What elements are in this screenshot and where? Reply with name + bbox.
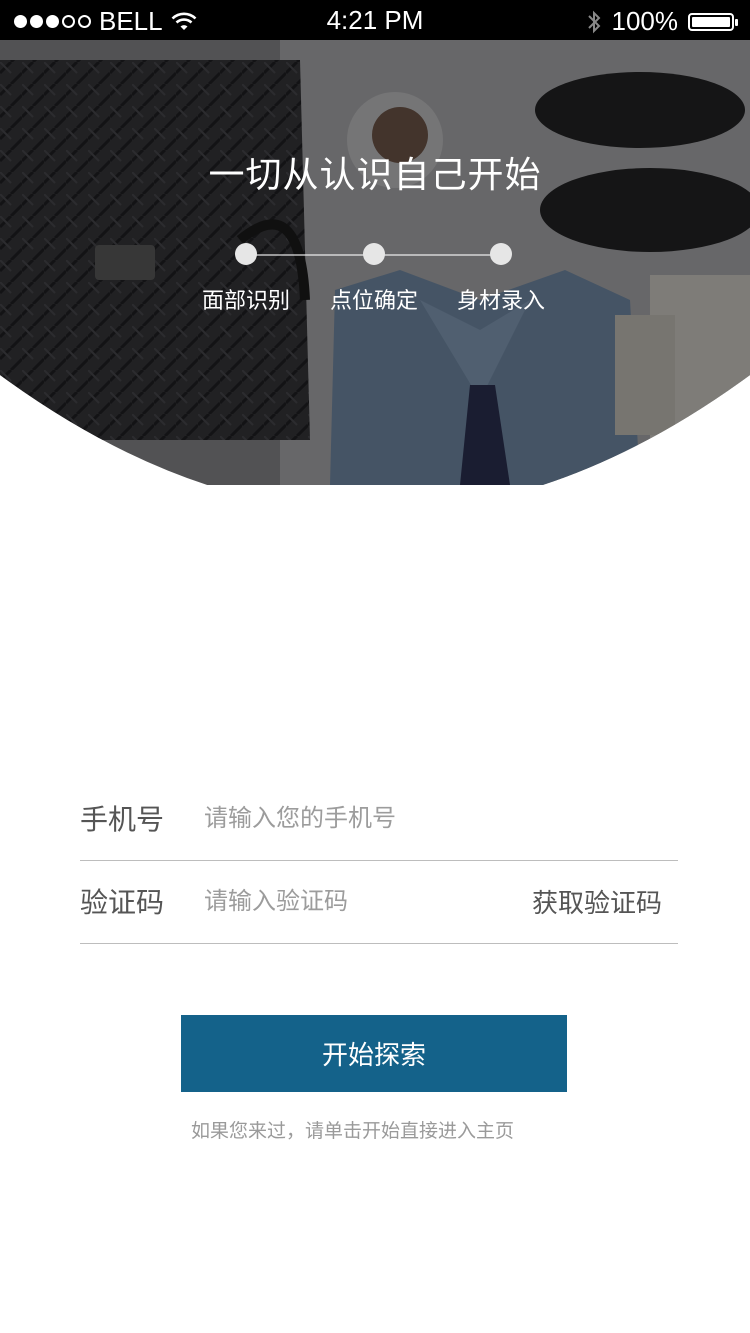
start-explore-button[interactable]: 开始探索 (181, 1015, 567, 1092)
phone-label: 手机号 (80, 803, 165, 836)
step-label-face: 面部识别 (201, 289, 290, 314)
hero-banner: 一切从认识自己开始 面部识别 点位确定 身材录入 (0, 40, 750, 485)
battery-percent: 100% (611, 6, 679, 36)
code-label: 验证码 (80, 886, 165, 919)
code-row: 验证码 获取验证码 (80, 861, 678, 944)
step-dot-face (235, 243, 257, 265)
step-dot-points (363, 243, 385, 265)
phone-row: 手机号 (80, 778, 678, 861)
step-label-body: 身材录入 (456, 289, 545, 314)
battery-icon (688, 12, 738, 31)
verification-code-input[interactable] (204, 879, 464, 923)
status-bar: BELL 4:21 PM 100% (0, 0, 750, 40)
progress-steps: 面部识别 点位确定 身材录入 (0, 243, 750, 323)
phone-input[interactable] (204, 796, 504, 840)
bluetooth-icon (587, 10, 600, 33)
status-right: 100% (586, 6, 738, 37)
hint-text: 如果您来过，请单击开始直接进入主页 (190, 1120, 514, 1142)
hero-title: 一切从认识自己开始 (208, 155, 542, 196)
step-label-points: 点位确定 (329, 289, 418, 314)
get-code-button[interactable]: 获取验证码 (532, 883, 662, 920)
step-dot-body (490, 243, 512, 265)
